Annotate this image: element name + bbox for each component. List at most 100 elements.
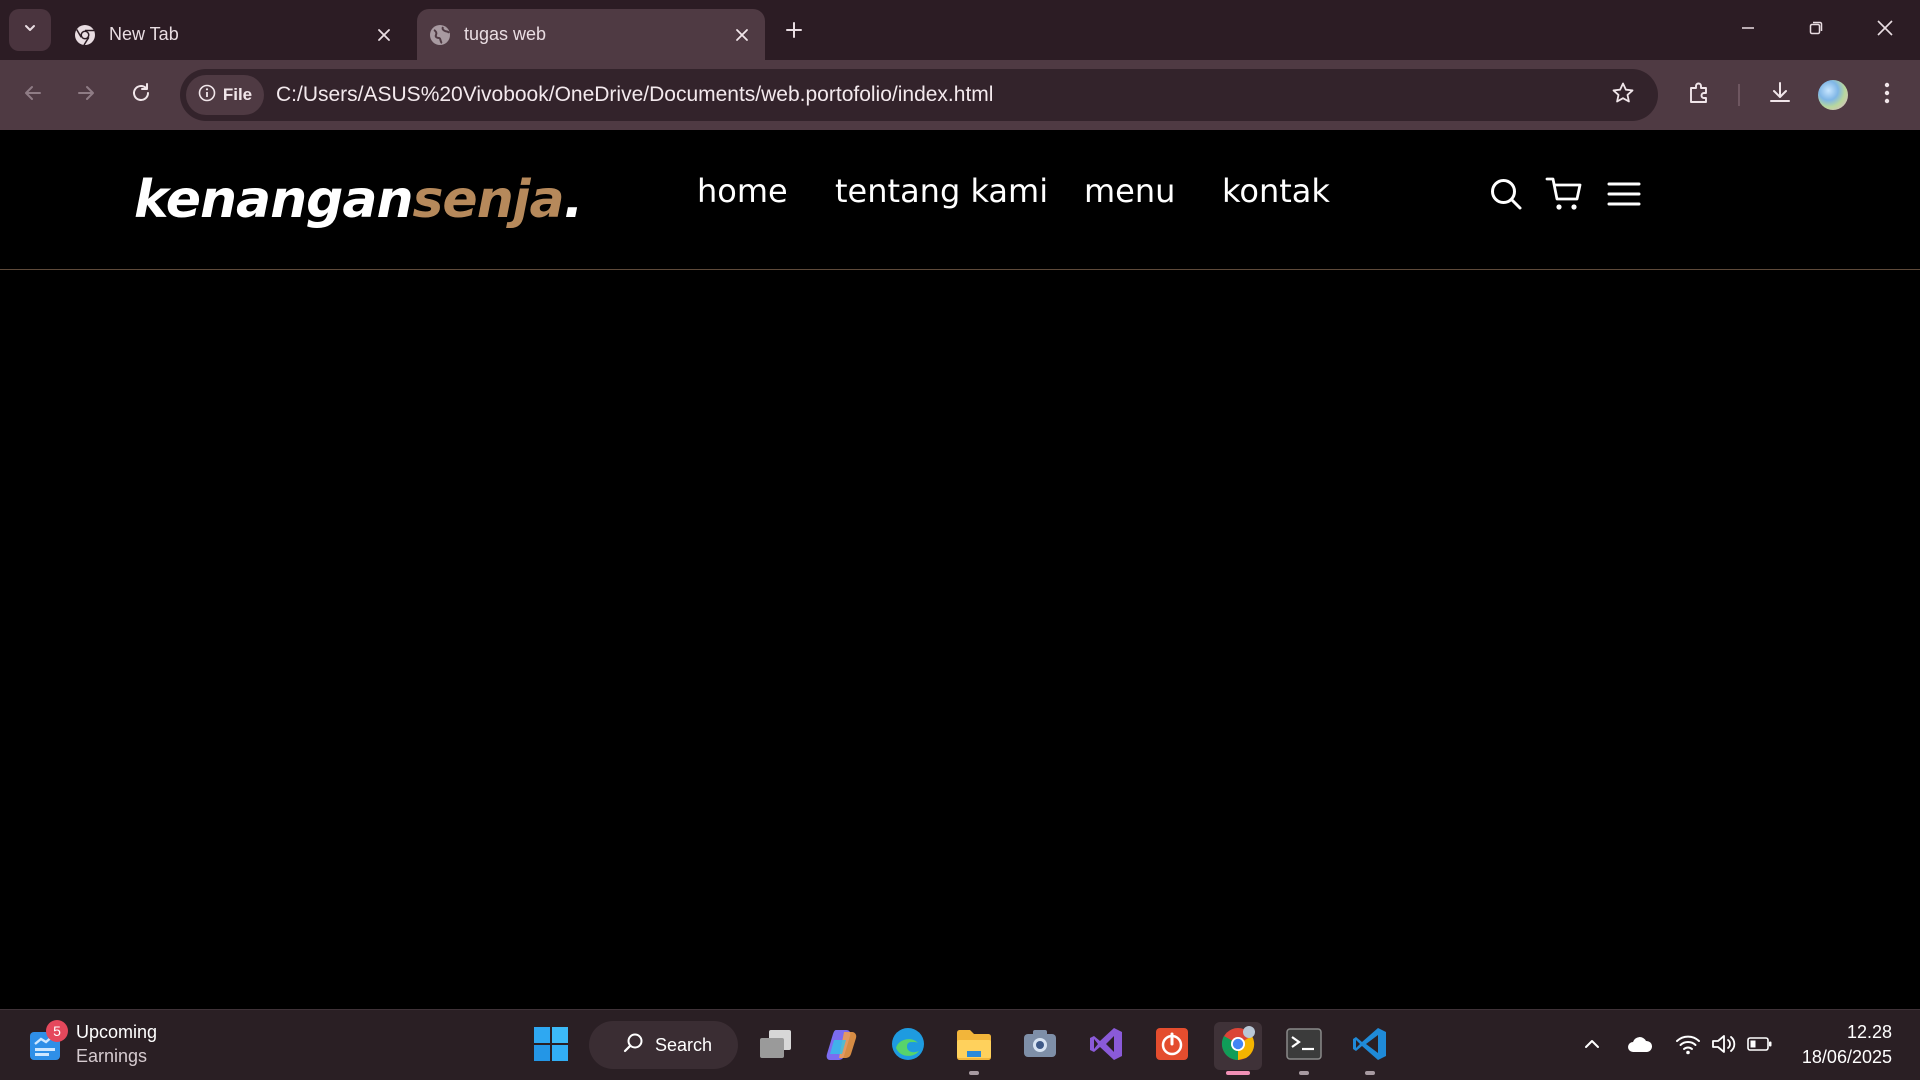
page-body <box>0 271 1920 1009</box>
windows-taskbar: 5 Upcoming Earnings Search 12.28 18/06/2… <box>0 1009 1920 1080</box>
tab-title: tugas web <box>464 24 547 44</box>
restore-button[interactable] <box>1786 8 1846 52</box>
star-icon <box>1611 81 1635 110</box>
nav-link-kontak[interactable]: kontak <box>1222 172 1330 210</box>
battery-tray-button[interactable] <box>1746 1032 1774 1060</box>
network-tray-button[interactable] <box>1674 1032 1702 1060</box>
reload-button[interactable] <box>120 74 162 116</box>
back-button[interactable] <box>12 74 54 116</box>
tab-tugas-web[interactable]: tugas web <box>417 9 765 60</box>
taskbar-app-visual-studio[interactable] <box>1082 1022 1130 1070</box>
volume-tray-button[interactable] <box>1710 1032 1738 1060</box>
address-bar[interactable]: File C:/Users/ASUS%20Vivobook/OneDrive/D… <box>180 69 1658 121</box>
taskbar-app-edge[interactable] <box>884 1022 932 1070</box>
nav-link-menu[interactable]: menu <box>1084 172 1175 210</box>
chrome-icon <box>1220 1025 1256 1067</box>
running-indicator <box>1226 1071 1250 1075</box>
forward-button[interactable] <box>65 74 107 116</box>
site-hamburger-menu-button[interactable] <box>1604 176 1644 216</box>
chevron-down-icon <box>22 20 38 41</box>
taskbar-app-copilot[interactable] <box>818 1022 866 1070</box>
toolbar-divider <box>1738 84 1740 106</box>
nav-link-home[interactable]: home <box>697 172 788 210</box>
profile-avatar[interactable] <box>1818 80 1848 110</box>
widget-title: Upcoming <box>76 1022 158 1042</box>
site-chip-label: File <box>222 85 253 104</box>
clock-time: 12.28 <box>1846 1022 1892 1042</box>
tab-title: New Tab <box>109 24 179 44</box>
widgets-button[interactable]: 5 Upcoming Earnings <box>28 1020 157 1068</box>
new-tab-button[interactable] <box>776 14 812 50</box>
stock-chart-icon: 5 <box>28 1020 68 1062</box>
copilot-icon <box>824 1026 860 1067</box>
widget-subtitle: Earnings <box>76 1046 148 1066</box>
logo-accent-text: senja <box>412 170 564 230</box>
wifi-icon <box>1675 1033 1701 1060</box>
taskbar-app-vscode[interactable] <box>1346 1022 1394 1075</box>
windows-logo-icon <box>533 1026 569 1067</box>
site-info-chip[interactable]: File <box>186 75 264 115</box>
tab-new-tab[interactable]: New Tab <box>62 9 407 60</box>
running-indicator <box>1365 1071 1375 1075</box>
chrome-icon <box>74 24 96 46</box>
globe-icon <box>429 24 451 46</box>
hamburger-menu-icon <box>1607 180 1641 213</box>
url-text[interactable]: C:/Users/ASUS%20Vivobook/OneDrive/Docume… <box>276 83 993 107</box>
close-icon[interactable] <box>369 20 399 50</box>
show-hidden-icons-button[interactable] <box>1578 1032 1606 1060</box>
logo-main-text: kenangan <box>134 170 413 230</box>
task-view-button[interactable] <box>752 1022 800 1070</box>
notification-badge: 5 <box>46 1020 68 1042</box>
folder-icon <box>955 1027 993 1066</box>
taskbar-search-button[interactable]: Search <box>589 1021 738 1069</box>
close-window-button[interactable] <box>1855 8 1915 52</box>
taskbar-app-chrome[interactable] <box>1214 1022 1262 1075</box>
search-icon <box>623 1032 645 1059</box>
start-button[interactable] <box>527 1022 575 1070</box>
clock-date: 18/06/2025 <box>1801 1047 1892 1067</box>
tab-search-button[interactable] <box>9 9 51 51</box>
chevron-up-icon <box>1583 1035 1601 1058</box>
taskbar-app-camera[interactable] <box>1016 1022 1064 1070</box>
info-icon <box>198 84 216 107</box>
download-icon <box>1767 80 1793 111</box>
browser-toolbar: File C:/Users/ASUS%20Vivobook/OneDrive/D… <box>0 60 1920 130</box>
onedrive-tray-button[interactable] <box>1626 1032 1654 1060</box>
taskbar-app-power[interactable] <box>1148 1022 1196 1070</box>
close-icon[interactable] <box>727 20 757 50</box>
more-vertical-icon <box>1883 81 1891 110</box>
taskbar-app-file-explorer[interactable] <box>950 1022 998 1075</box>
battery-icon <box>1747 1036 1773 1057</box>
running-indicator <box>1299 1071 1309 1075</box>
taskbar-clock[interactable]: 12.28 18/06/2025 <box>1802 1020 1892 1070</box>
shopping-cart-icon <box>1545 175 1583 218</box>
browser-tab-strip: New Tab tugas web <box>0 0 1920 60</box>
close-icon <box>1876 19 1894 42</box>
running-indicator <box>969 1071 979 1075</box>
edge-icon <box>890 1026 926 1067</box>
logo-dot: . <box>563 170 584 230</box>
arrow-left-icon <box>22 82 44 109</box>
vscode-icon <box>1352 1026 1388 1067</box>
downloads-button[interactable] <box>1761 76 1799 114</box>
taskbar-search-label: Search <box>655 1034 713 1055</box>
terminal-icon <box>1286 1027 1322 1065</box>
extensions-button[interactable] <box>1680 76 1718 114</box>
camera-icon <box>1022 1029 1058 1064</box>
arrow-right-icon <box>75 82 97 109</box>
search-icon <box>1488 176 1524 217</box>
taskbar-app-terminal[interactable] <box>1280 1022 1328 1075</box>
reload-icon <box>130 82 152 109</box>
visual-studio-icon <box>1088 1026 1124 1067</box>
nav-link-tentang-kami[interactable]: tentang kami <box>835 172 1048 210</box>
minimize-button[interactable] <box>1718 8 1778 52</box>
site-search-button[interactable] <box>1486 176 1526 216</box>
site-navbar: kenangansenja. home tentang kami menu ko… <box>0 130 1920 270</box>
site-logo[interactable]: kenangansenja. <box>134 170 584 230</box>
site-cart-button[interactable] <box>1544 176 1584 216</box>
task-view-icon <box>757 1028 795 1065</box>
browser-menu-button[interactable] <box>1868 76 1906 114</box>
cloud-icon <box>1626 1034 1654 1059</box>
bookmark-button[interactable] <box>1608 80 1638 110</box>
restore-icon <box>1808 20 1824 41</box>
